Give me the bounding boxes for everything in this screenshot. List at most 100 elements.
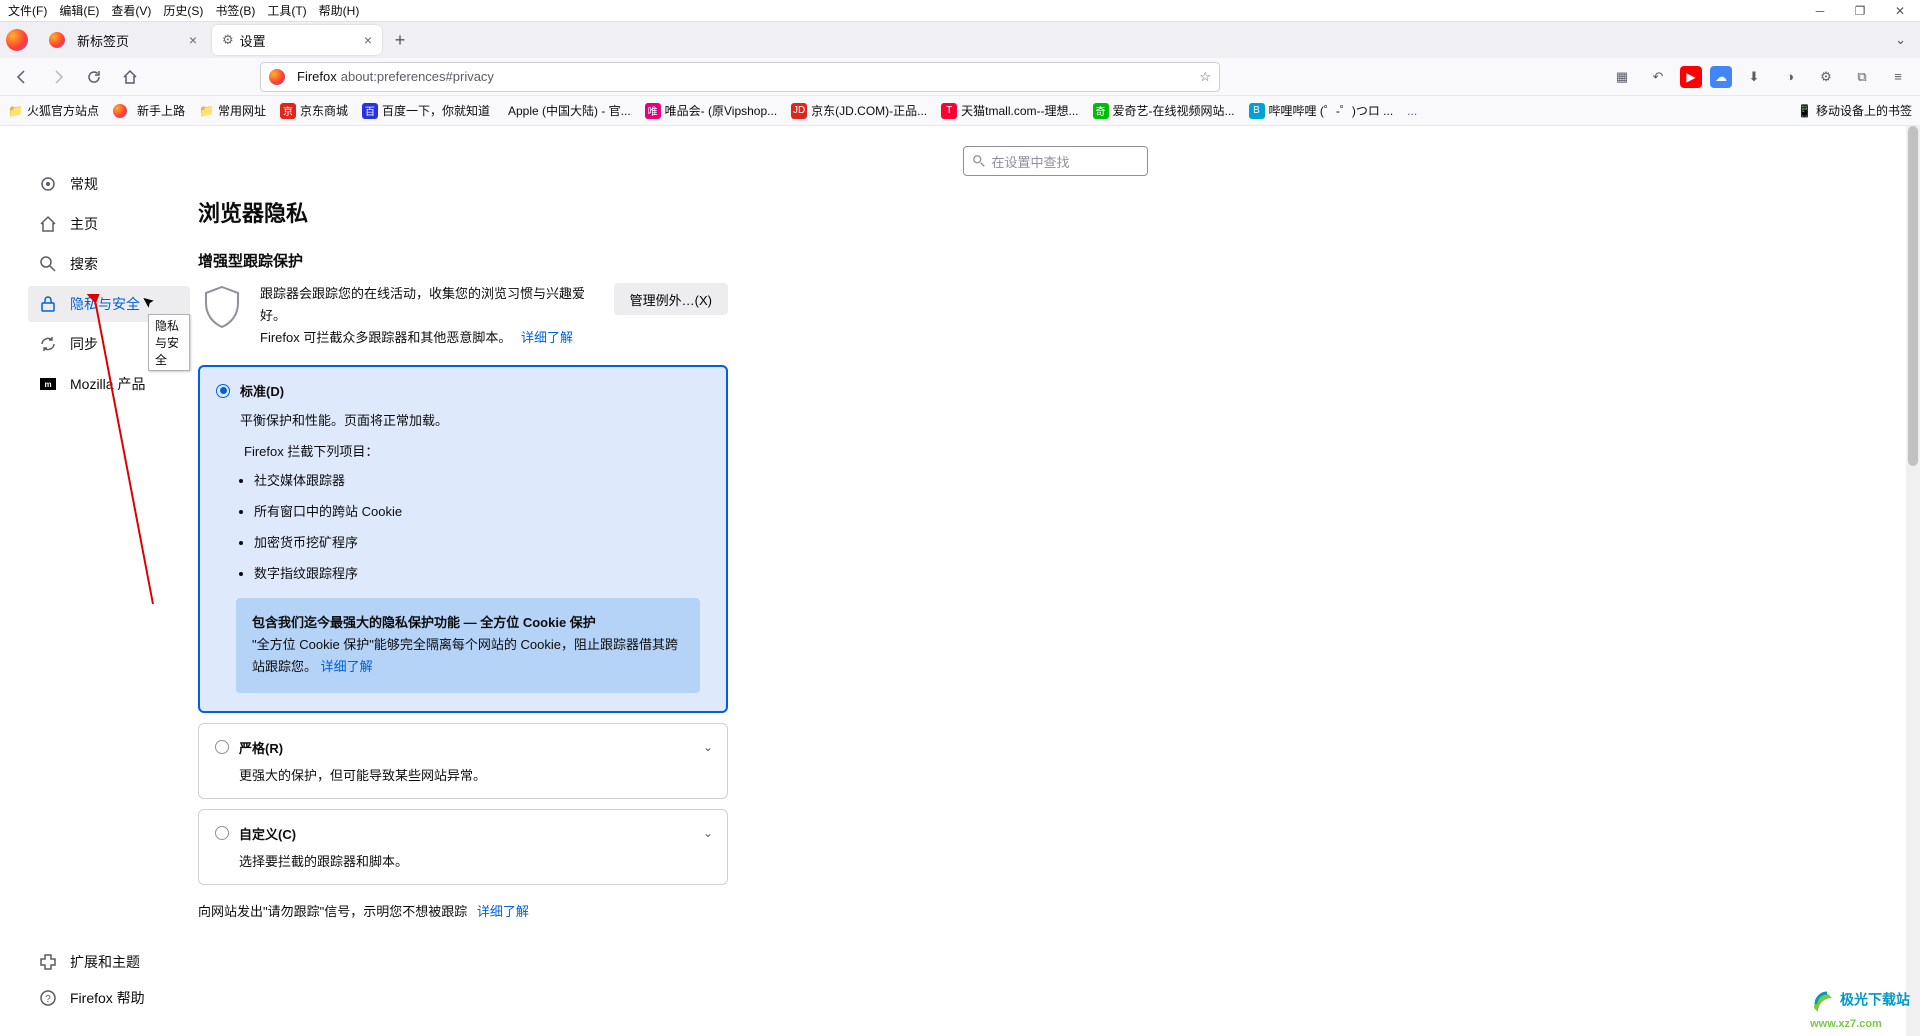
ext-icon-4[interactable]: ◑ bbox=[1776, 63, 1804, 91]
sidebar-item-search[interactable]: 搜索 bbox=[28, 246, 190, 282]
radio-custom[interactable] bbox=[215, 826, 229, 840]
reload-button[interactable] bbox=[80, 63, 108, 91]
sidebar-help[interactable]: ? Firefox 帮助 bbox=[28, 980, 190, 1016]
etp-description: 跟踪器会跟踪您的在线活动，收集您的浏览习惯与兴趣爱好。 Firefox 可拦截众… bbox=[260, 283, 600, 349]
settings-search[interactable]: 在设置中查找 bbox=[963, 146, 1148, 176]
sidebar-extensions[interactable]: 扩展和主题 bbox=[28, 944, 190, 980]
menu-history[interactable]: 历史(S) bbox=[163, 2, 203, 19]
app-menu-button[interactable]: ≡ bbox=[1884, 63, 1912, 91]
mobile-icon: 📱 bbox=[1797, 104, 1812, 118]
svg-text:m: m bbox=[44, 380, 51, 389]
tmall-icon: T bbox=[941, 103, 957, 119]
content-area: 常规 主页 搜索 隐私与安全 同步 m Mozilla 产品 扩展和主题 bbox=[0, 126, 1920, 1036]
cloud-icon[interactable]: ☁ bbox=[1710, 66, 1732, 88]
dnt-learn-more-link[interactable]: 详细了解 bbox=[477, 904, 529, 919]
extensions-button[interactable]: ⧉ bbox=[1848, 63, 1876, 91]
ext-icon-3[interactable]: ⬇ bbox=[1740, 63, 1768, 91]
menu-bar: 文件(F) 编辑(E) 查看(V) 历史(S) 书签(B) 工具(T) 帮助(H… bbox=[0, 0, 1920, 22]
close-button[interactable]: ✕ bbox=[1880, 0, 1920, 22]
cursor-icon bbox=[143, 295, 162, 314]
menu-file[interactable]: 文件(F) bbox=[8, 2, 47, 19]
bookmark-overflow[interactable]: ... bbox=[1407, 104, 1417, 118]
cookie-protection-info: 包含我们迄今最强大的隐私保护功能 — 全方位 Cookie 保护 "全方位 Co… bbox=[236, 598, 700, 692]
etp-heading: 增强型跟踪保护 bbox=[198, 250, 728, 271]
bookmark-item[interactable]: 奇爱奇艺-在线视频网站... bbox=[1093, 102, 1235, 119]
close-icon[interactable]: × bbox=[364, 32, 372, 48]
url-bar[interactable]: Firefox about:preferences#privacy ☆ bbox=[260, 62, 1220, 92]
scrollbar[interactable] bbox=[1906, 126, 1920, 1036]
watermark: 极光下载站 www.xz7.com bbox=[1810, 988, 1910, 1030]
menu-tools[interactable]: 工具(T) bbox=[267, 2, 306, 19]
mobile-bookmarks[interactable]: 📱移动设备上的书签 bbox=[1797, 102, 1912, 119]
search-icon bbox=[972, 154, 986, 168]
menu-help[interactable]: 帮助(H) bbox=[319, 2, 360, 19]
sidebar-item-general[interactable]: 常规 bbox=[28, 166, 190, 202]
bookmark-bar: 📁火狐官方站点 新手上路 📁常用网址 京京东商城 百百度一下，你就知道 Appl… bbox=[0, 96, 1920, 126]
dnt-section: 向网站发出"请勿跟踪"信号，示明您不想被跟踪 详细了解 bbox=[198, 901, 728, 920]
back-button[interactable] bbox=[8, 63, 36, 91]
bookmark-item[interactable]: JD京东(JD.COM)-正品... bbox=[791, 102, 927, 119]
etp-option-custom[interactable]: 自定义(C) ⌄ 选择要拦截的跟踪器和脚本。 bbox=[198, 809, 728, 885]
bookmark-item[interactable]: 唯唯品会- (原Vipshop... bbox=[645, 102, 777, 119]
info-learn-more-link[interactable]: 详细了解 bbox=[321, 659, 373, 674]
tab-newtab[interactable]: 新标签页 × bbox=[38, 25, 208, 55]
page-title: 浏览器隐私 bbox=[198, 196, 728, 228]
mozilla-icon: m bbox=[38, 374, 58, 394]
folder-icon: 📁 bbox=[199, 104, 214, 118]
bookmark-item[interactable]: B哔哩哔哩 (゜-゜)つロ ... bbox=[1249, 102, 1394, 119]
bookmark-star-icon[interactable]: ☆ bbox=[1199, 69, 1211, 85]
window-controls: ─ ❐ ✕ bbox=[1800, 0, 1920, 22]
ext-icon-5[interactable]: ⚙ bbox=[1812, 63, 1840, 91]
gear-icon: ⚙ bbox=[222, 32, 234, 48]
bookmark-item[interactable]: 京京东商城 bbox=[280, 102, 348, 119]
chevron-down-icon[interactable]: ⌄ bbox=[703, 740, 713, 754]
lock-icon bbox=[38, 294, 58, 314]
sync-icon bbox=[38, 334, 58, 354]
maximize-button[interactable]: ❐ bbox=[1840, 0, 1880, 22]
search-icon bbox=[38, 254, 58, 274]
tab-label: 设置 bbox=[240, 31, 266, 50]
radio-standard[interactable] bbox=[216, 384, 230, 398]
ext-icon-2[interactable]: ↶ bbox=[1644, 63, 1672, 91]
firefox-icon bbox=[269, 69, 285, 85]
forward-button[interactable] bbox=[44, 63, 72, 91]
menu-view[interactable]: 查看(V) bbox=[111, 2, 151, 19]
sidebar-item-mozilla[interactable]: m Mozilla 产品 bbox=[28, 366, 190, 402]
minimize-button[interactable]: ─ bbox=[1800, 0, 1840, 22]
scrollbar-thumb[interactable] bbox=[1908, 126, 1918, 466]
new-tab-button[interactable]: + bbox=[386, 26, 414, 54]
bookmark-item[interactable]: T天猫tmall.com--理想... bbox=[941, 102, 1078, 119]
tabs-dropdown-icon[interactable]: ⌄ bbox=[1895, 32, 1906, 48]
menu-edit[interactable]: 编辑(E) bbox=[59, 2, 99, 19]
bookmark-item[interactable]: 新手上路 bbox=[113, 102, 185, 119]
etp-option-standard[interactable]: 标准(D) 平衡保护和性能。页面将正常加载。 Firefox 拦截下列项目： 社… bbox=[198, 365, 728, 712]
youtube-icon[interactable]: ▶ bbox=[1680, 66, 1702, 88]
chevron-down-icon[interactable]: ⌄ bbox=[703, 826, 713, 840]
learn-more-link[interactable]: 详细了解 bbox=[521, 330, 573, 345]
tooltip: 隐私与安全 bbox=[148, 314, 190, 371]
sidebar-item-home[interactable]: 主页 bbox=[28, 206, 190, 242]
nav-bar: Firefox about:preferences#privacy ☆ ▦ ↶ … bbox=[0, 58, 1920, 96]
ext-icon-1[interactable]: ▦ bbox=[1608, 63, 1636, 91]
jd-icon: 京 bbox=[280, 103, 296, 119]
manage-exceptions-button[interactable]: 管理例外…(X) bbox=[614, 283, 728, 315]
settings-sidebar: 常规 主页 搜索 隐私与安全 同步 m Mozilla 产品 扩展和主题 bbox=[0, 126, 190, 1036]
svg-text:?: ? bbox=[45, 994, 51, 1005]
etp-option-strict[interactable]: 严格(R) ⌄ 更强大的保护，但可能导致某些网站异常。 bbox=[198, 723, 728, 799]
bookmark-folder[interactable]: 📁火狐官方站点 bbox=[8, 102, 99, 119]
firefox-icon bbox=[113, 104, 127, 118]
radio-strict[interactable] bbox=[215, 740, 229, 754]
help-icon: ? bbox=[38, 988, 58, 1008]
menu-bookmarks[interactable]: 书签(B) bbox=[215, 2, 255, 19]
folder-icon: 📁 bbox=[8, 104, 23, 118]
bookmark-item[interactable]: Apple (中国大陆) - 官... bbox=[504, 102, 631, 119]
vip-icon: 唯 bbox=[645, 103, 661, 119]
close-icon[interactable]: × bbox=[189, 32, 197, 48]
bookmark-item[interactable]: 百百度一下，你就知道 bbox=[362, 102, 490, 119]
home-button[interactable] bbox=[116, 63, 144, 91]
firefox-logo-icon bbox=[6, 29, 28, 51]
tab-settings[interactable]: ⚙ 设置 × bbox=[212, 25, 382, 55]
baidu-icon: 百 bbox=[362, 103, 378, 119]
bookmark-folder[interactable]: 📁常用网址 bbox=[199, 102, 266, 119]
bilibili-icon: B bbox=[1249, 103, 1265, 119]
